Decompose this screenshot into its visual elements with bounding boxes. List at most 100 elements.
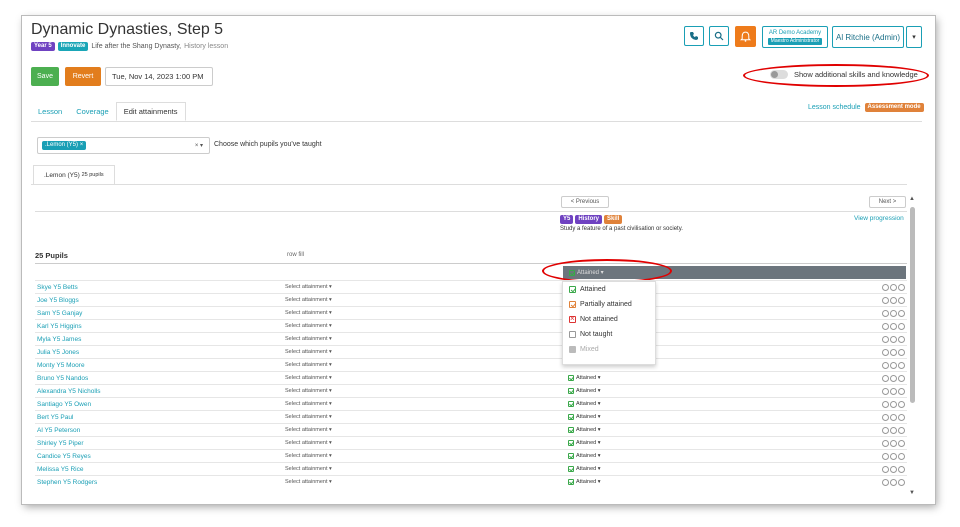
progress-circle-icon — [890, 426, 897, 434]
attainment-select[interactable]: Attained ▾ — [568, 414, 600, 420]
class-chip: .Lemon (Y5) × — [42, 141, 87, 150]
row-fill-select[interactable]: Select attainment ▾ — [285, 466, 332, 472]
row-fill-select[interactable]: Select attainment ▾ — [285, 362, 332, 368]
row-fill-select[interactable]: Select attainment ▾ — [285, 479, 332, 485]
pupil-name-link[interactable]: Karl Y5 Higgins — [37, 323, 82, 330]
table-row: Skye Y5 Betts Select attainment ▾ — [35, 280, 907, 293]
class-chip-label: .Lemon (Y5) — [45, 142, 79, 148]
attainment-select[interactable]: Attained ▾ — [568, 479, 600, 485]
row-fill-select[interactable]: Select attainment ▾ — [285, 375, 332, 381]
search-icon — [714, 31, 724, 41]
previous-button[interactable]: < Previous — [561, 196, 609, 208]
progress-circle-icon — [890, 309, 897, 317]
row-fill-select[interactable]: Select attainment ▾ — [285, 388, 332, 394]
attainment-select[interactable]: Attained ▾ — [568, 466, 600, 472]
tab-coverage[interactable]: Coverage — [69, 102, 116, 121]
attainment-menu: Attained Partially attained Not attained… — [562, 281, 656, 365]
progress-circle-icon — [890, 413, 897, 421]
pupil-name-link[interactable]: Joe Y5 Bloggs — [37, 297, 79, 304]
chip-remove-icon[interactable]: × — [80, 142, 84, 148]
row-fill-select[interactable]: Select attainment ▾ — [285, 414, 332, 420]
search-button[interactable] — [709, 26, 729, 46]
attainment-select[interactable]: Attained ▾ — [568, 440, 600, 446]
row-fill-select[interactable]: Select attainment ▾ — [285, 401, 332, 407]
lesson-schedule-link[interactable]: Lesson schedule — [808, 104, 861, 111]
progress-circles — [882, 387, 905, 395]
attainment-select[interactable]: Attained ▾ — [568, 375, 600, 381]
lesson-name: Life after the Shang Dynasty, — [91, 43, 182, 50]
row-fill-select[interactable]: Select attainment ▾ — [285, 323, 332, 329]
tab-edit-attainments[interactable]: Edit attainments — [115, 102, 186, 121]
pupil-name-link[interactable]: Candice Y5 Reyes — [37, 453, 91, 460]
row-fill-select[interactable]: Select attainment ▾ — [285, 440, 332, 446]
progress-circles — [882, 439, 905, 447]
row-fill-select[interactable]: Select attainment ▾ — [285, 453, 332, 459]
mixed-icon — [569, 346, 576, 353]
pupil-name-link[interactable]: Myla Y5 James — [37, 336, 81, 343]
lesson-type: History lesson — [184, 43, 229, 50]
tab-lesson[interactable]: Lesson — [31, 102, 69, 121]
menu-item-not-taught[interactable]: Not taught — [563, 327, 655, 342]
notifications-button[interactable] — [735, 26, 756, 47]
scrollbar-thumb[interactable] — [910, 207, 915, 403]
pupil-name-link[interactable]: Sam Y5 Ganjay — [37, 310, 82, 317]
user-menu-button[interactable]: Al Ritchie (Admin) — [832, 26, 904, 48]
attainment-select[interactable]: Attained ▾ — [568, 401, 600, 407]
class-select[interactable]: .Lemon (Y5) × × ▾ — [37, 137, 210, 154]
scroll-down-icon[interactable]: ▼ — [909, 490, 915, 496]
row-fill-select[interactable]: Select attainment ▾ — [285, 349, 332, 355]
pupil-name-link[interactable]: Alexandra Y5 Nicholls — [37, 388, 100, 395]
select-clear-icon[interactable]: × ▾ — [195, 142, 203, 149]
pupil-name-link[interactable]: Shirley Y5 Piper — [37, 440, 84, 447]
progress-circles — [882, 478, 905, 486]
pupil-name-link[interactable]: Skye Y5 Betts — [37, 284, 78, 291]
pupil-name-link[interactable]: Julia Y5 Jones — [37, 349, 79, 356]
attained-check-icon — [568, 466, 574, 472]
progress-circles — [882, 465, 905, 473]
progress-circles — [882, 283, 905, 291]
row-fill-select[interactable]: Select attainment ▾ — [285, 336, 332, 342]
row-fill-select[interactable]: Select attainment ▾ — [285, 310, 332, 316]
menu-item-mixed: Mixed — [563, 342, 655, 357]
view-progression-link[interactable]: View progression — [854, 215, 904, 222]
row-fill-select[interactable]: Select attainment ▾ — [285, 297, 332, 303]
save-button[interactable]: Save — [31, 67, 59, 86]
row-fill-select[interactable]: Select attainment ▾ — [285, 427, 332, 433]
academy-switcher[interactable]: AR Demo Academy Maestro Administrator — [762, 26, 828, 48]
progress-circle-icon — [882, 465, 889, 473]
table-row: Stephen Y5 Rodgers Select attainment ▾ Att… — [35, 475, 907, 488]
pupil-name-link[interactable]: Monty Y5 Moore — [37, 362, 85, 369]
user-dropdown-toggle[interactable]: ▾ — [906, 26, 922, 48]
progress-circle-icon — [898, 335, 905, 343]
menu-item-attained[interactable]: Attained — [563, 282, 655, 297]
table-row: Santiago Y5 Owen Select attainment ▾ Attai… — [35, 397, 907, 410]
table-row: Melissa Y5 Rice Select attainment ▾ Attain… — [35, 462, 907, 475]
pupil-name-link[interactable]: Bert Y5 Paul — [37, 414, 73, 421]
row-fill-select[interactable]: Select attainment ▾ — [285, 284, 332, 290]
progress-circle-icon — [882, 400, 889, 408]
progress-circle-icon — [882, 478, 889, 486]
menu-item-label: Not attained — [580, 316, 618, 323]
progress-circle-icon — [890, 478, 897, 486]
revert-button[interactable]: Revert — [65, 67, 101, 86]
phone-button[interactable] — [684, 26, 704, 46]
menu-item-not-attained[interactable]: Not attained — [563, 312, 655, 327]
pupil-name-link[interactable]: Bruno Y5 Nandos — [37, 375, 88, 382]
lesson-date-field[interactable]: Tue, Nov 14, 2023 1:00 PM — [105, 67, 213, 86]
progress-circle-icon — [882, 309, 889, 317]
pupil-name-link[interactable]: Santiago Y5 Owen — [37, 401, 91, 408]
progress-circle-icon — [898, 283, 905, 291]
next-button[interactable]: Next > — [869, 196, 906, 208]
scroll-up-icon[interactable]: ▲ — [909, 196, 915, 202]
pupil-name-link[interactable]: Stephen Y5 Rodgers — [37, 479, 97, 486]
attainment-select[interactable]: Attained ▾ — [568, 453, 600, 459]
attainment-select[interactable]: Attained ▾ — [568, 427, 600, 433]
pupil-name-link[interactable]: Melissa Y5 Rice — [37, 466, 83, 473]
class-tab[interactable]: .Lemon (Y5) 25 pupils — [33, 165, 115, 185]
attained-check-icon — [568, 401, 574, 407]
attainment-value: Attained ▾ — [576, 375, 601, 381]
pupil-name-link[interactable]: Al Y5 Peterson — [37, 427, 80, 434]
menu-item-partially-attained[interactable]: Partially attained — [563, 297, 655, 312]
attainment-select[interactable]: Attained ▾ — [568, 388, 600, 394]
progress-circle-icon — [898, 361, 905, 369]
